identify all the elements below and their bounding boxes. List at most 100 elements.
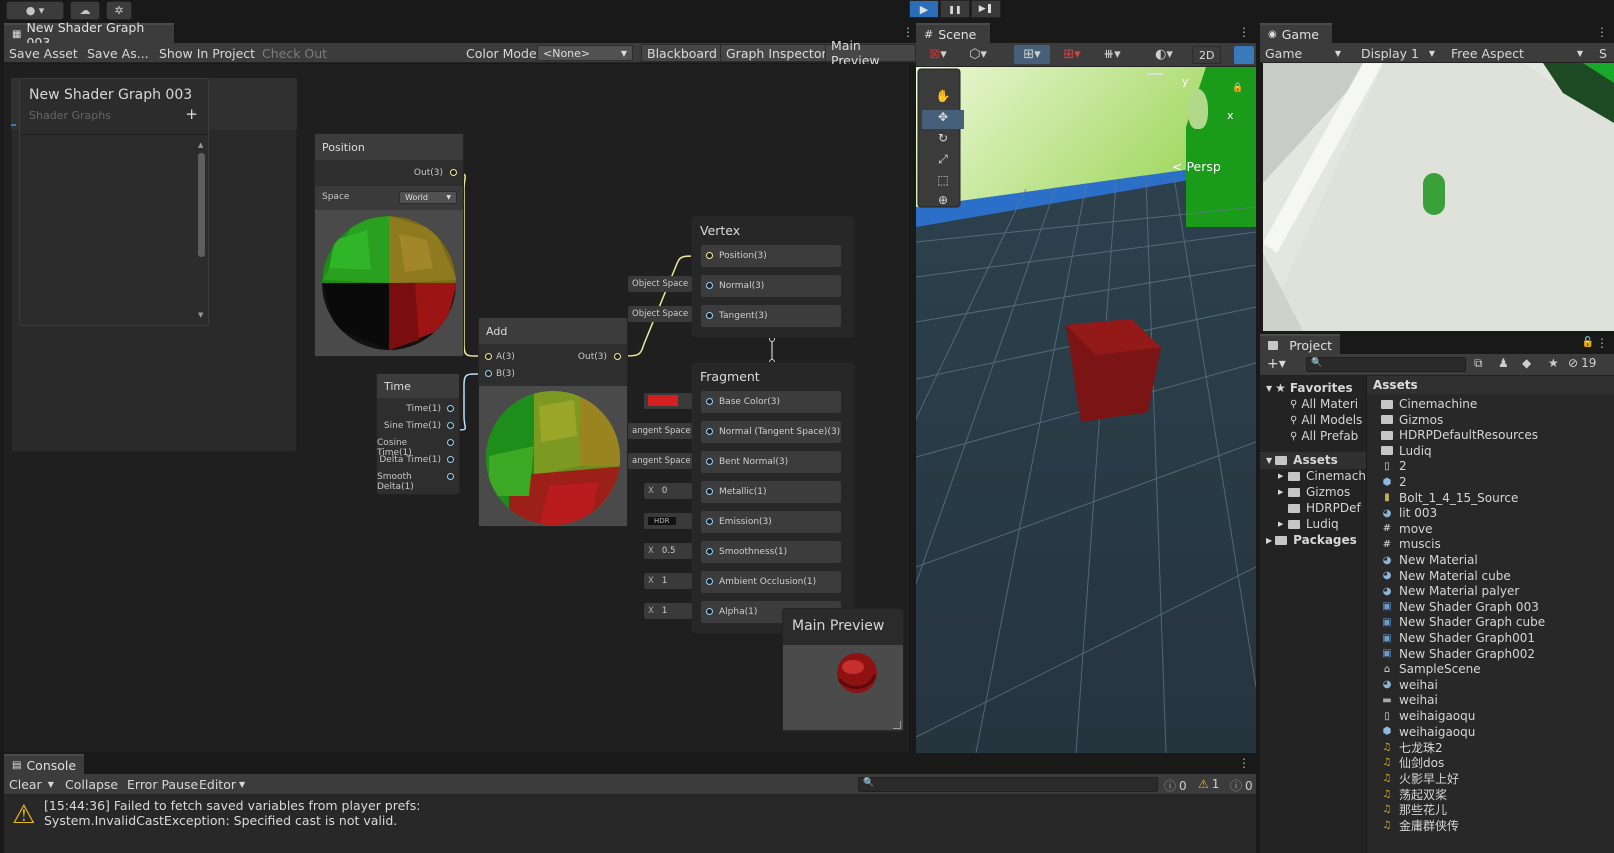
- shading-mode-icon[interactable]: ⬡▾: [960, 45, 996, 64]
- add-out-port[interactable]: [614, 353, 621, 360]
- scene-view[interactable]: ✋ ✥ ↻ ⤢ ⬚ ⊕ y x 🔒 < Persp: [916, 67, 1256, 753]
- transform-tool-icon[interactable]: ⊕: [922, 193, 964, 210]
- pause-button[interactable]: ❚❚: [940, 0, 970, 18]
- project-menu-icon[interactable]: ⋮: [1596, 336, 1608, 350]
- ruler-icon[interactable]: ⧻▾: [1094, 45, 1130, 64]
- base-color-field[interactable]: [644, 393, 692, 409]
- main-preview-panel[interactable]: Main Preview: [782, 608, 904, 732]
- emission-field[interactable]: HDR: [644, 513, 692, 529]
- hidden-packages-toggle[interactable]: ⊘ 19: [1568, 356, 1596, 370]
- fragment-slot[interactable]: Smoothness(1): [701, 541, 841, 563]
- asset-item[interactable]: HDRPDefaultResources: [1381, 427, 1611, 443]
- play-button[interactable]: ▶: [909, 0, 939, 18]
- asset-item[interactable]: # move: [1381, 521, 1611, 537]
- asset-item[interactable]: ▣ New Shader Graph002: [1381, 646, 1611, 662]
- lock-icon[interactable]: 🔒: [1232, 83, 1243, 93]
- tab-shader-graph[interactable]: ▦ New Shader Graph 003: [4, 20, 174, 50]
- account-button[interactable]: ● ▾: [6, 1, 64, 20]
- scale-tool-icon[interactable]: ⤢: [922, 152, 964, 171]
- console-menu-icon[interactable]: ⋮: [1238, 756, 1250, 770]
- warning-count-toggle[interactable]: ⚠ 1: [1198, 777, 1219, 791]
- draw-mode-icon[interactable]: ⊠ ▾: [920, 45, 956, 64]
- asset-item[interactable]: ▣ New Shader Graph001: [1381, 630, 1611, 646]
- toggle-2d-button[interactable]: 2D: [1192, 46, 1222, 64]
- asset-item[interactable]: ♫ 荡起双桨: [1381, 786, 1611, 802]
- log-entry[interactable]: [15:44:36] Failed to fetch saved variabl…: [44, 798, 420, 828]
- tab-game[interactable]: ◉ Game: [1260, 23, 1332, 44]
- scene-gizmo[interactable]: y x 🔒: [1172, 73, 1243, 153]
- tab-scene[interactable]: # Scene: [916, 23, 990, 44]
- asset-item[interactable]: ⌂ SampleScene: [1381, 661, 1611, 677]
- editor-select[interactable]: Editor ▼: [194, 774, 250, 794]
- grid-snap-icon[interactable]: ⊞▾: [1014, 45, 1050, 64]
- float-input-field[interactable]: X1: [644, 573, 692, 589]
- game-view[interactable]: [1263, 63, 1614, 331]
- persp-label[interactable]: < Persp: [1172, 159, 1221, 174]
- favorite-item[interactable]: ⚲ All Materi: [1290, 396, 1366, 412]
- tree-folder-item[interactable]: ▶ Cinemach: [1278, 468, 1366, 484]
- add-node[interactable]: Add A(3) B(3) Out(3): [478, 317, 628, 527]
- save-asset-button[interactable]: Save Asset: [4, 43, 83, 63]
- game-menu-icon[interactable]: ⋮: [1596, 25, 1608, 39]
- info-count-toggle[interactable]: ⓘ 0: [1164, 777, 1187, 794]
- time-output-port[interactable]: [447, 439, 454, 446]
- scene-menu-icon[interactable]: ⋮: [1238, 25, 1250, 39]
- tree-folder-item[interactable]: HDRPDef: [1278, 500, 1366, 516]
- fragment-slot-port[interactable]: [706, 458, 713, 465]
- vertex-slot-port[interactable]: [706, 252, 713, 259]
- vertex-block[interactable]: Vertex Position(3) Normal(3) Tangent(3): [691, 216, 855, 338]
- space-input-field[interactable]: angent Space: [628, 423, 692, 439]
- cloud-button[interactable]: ☁: [70, 1, 100, 20]
- aspect-select[interactable]: Free Aspect ▼: [1446, 43, 1588, 63]
- error-pause-button[interactable]: Error Pause: [122, 774, 203, 794]
- asset-item[interactable]: ◕ New Material cube: [1381, 568, 1611, 584]
- project-search-input[interactable]: 🔍: [1306, 357, 1466, 372]
- asset-item[interactable]: ♫ 七龙珠2: [1381, 739, 1611, 755]
- float-input-field[interactable]: X 0.5: [644, 543, 692, 559]
- tab-project[interactable]: Project: [1260, 334, 1340, 355]
- fragment-slot-port[interactable]: [706, 428, 713, 435]
- fragment-slot[interactable]: Emission(3): [701, 511, 841, 533]
- time-output-port[interactable]: [447, 422, 454, 429]
- asset-item[interactable]: Cinemachine: [1381, 396, 1611, 412]
- asset-item[interactable]: ◕ lit 003: [1381, 505, 1611, 521]
- tab-menu-icon[interactable]: ⋮: [902, 25, 914, 39]
- fragment-slot-port[interactable]: [706, 578, 713, 585]
- asset-item[interactable]: ♫ 火影早上好: [1381, 770, 1611, 786]
- asset-item[interactable]: ◕ New Material palyer: [1381, 583, 1611, 599]
- move-tool-icon[interactable]: ✥: [922, 110, 964, 129]
- vertex-input-field[interactable]: Object Space: [628, 276, 692, 292]
- tag-icon[interactable]: ◆: [1522, 356, 1531, 370]
- asset-item[interactable]: ▯ 2: [1381, 458, 1611, 474]
- graph-inspector-toggle[interactable]: Graph Inspector: [720, 44, 833, 62]
- collapse-button[interactable]: Collapse: [60, 774, 123, 794]
- lighting-toggle-icon[interactable]: ◐▾: [1146, 45, 1182, 64]
- time-node[interactable]: Time Time(1) Sine Time(1) Cosine Time(1) De…: [376, 373, 460, 495]
- expand-arrow-icon[interactable]: ▶: [1278, 488, 1284, 496]
- console-search-input[interactable]: 🔍: [858, 777, 1158, 792]
- resize-handle[interactable]: [893, 721, 901, 729]
- error-count-toggle[interactable]: ⓘ 0: [1230, 777, 1253, 794]
- asset-item[interactable]: Ludiq: [1381, 443, 1611, 459]
- save-as-button[interactable]: Save As...: [82, 43, 154, 63]
- hand-tool-icon[interactable]: ✋: [922, 89, 964, 108]
- tree-folder-item[interactable]: ▶ Ludiq: [1278, 516, 1366, 532]
- time-output-port[interactable]: [447, 473, 454, 480]
- assets-tree-header[interactable]: ▼ Assets: [1266, 452, 1366, 468]
- main-preview-viewport[interactable]: [783, 645, 903, 730]
- search-by-label-icon[interactable]: ♟: [1498, 356, 1509, 370]
- vertex-slot[interactable]: Position(3): [701, 245, 841, 267]
- step-button[interactable]: ▶❚: [971, 0, 1001, 18]
- graph-canvas[interactable]: New Shader Graph 003 Shader Graphs + ▲ ▼…: [4, 64, 909, 752]
- clear-button[interactable]: Clear ▼: [4, 774, 59, 794]
- fragment-slot[interactable]: Base Color(3): [701, 391, 841, 413]
- favorite-item[interactable]: ⚲ All Models: [1290, 412, 1366, 428]
- asset-item[interactable]: ▮ Bolt_1_4_15_Source: [1381, 490, 1611, 506]
- time-output-port[interactable]: [447, 405, 454, 412]
- game-view-select[interactable]: Game ▼: [1260, 43, 1346, 63]
- fragment-block[interactable]: Fragment Base Color(3) Normal (Tangent Sp…: [691, 362, 855, 634]
- game-extra-label[interactable]: S: [1594, 43, 1612, 63]
- asset-item[interactable]: ◕ New Material: [1381, 552, 1611, 568]
- fragment-slot-port[interactable]: [706, 398, 713, 405]
- rect-tool-icon[interactable]: ⬚: [922, 173, 964, 192]
